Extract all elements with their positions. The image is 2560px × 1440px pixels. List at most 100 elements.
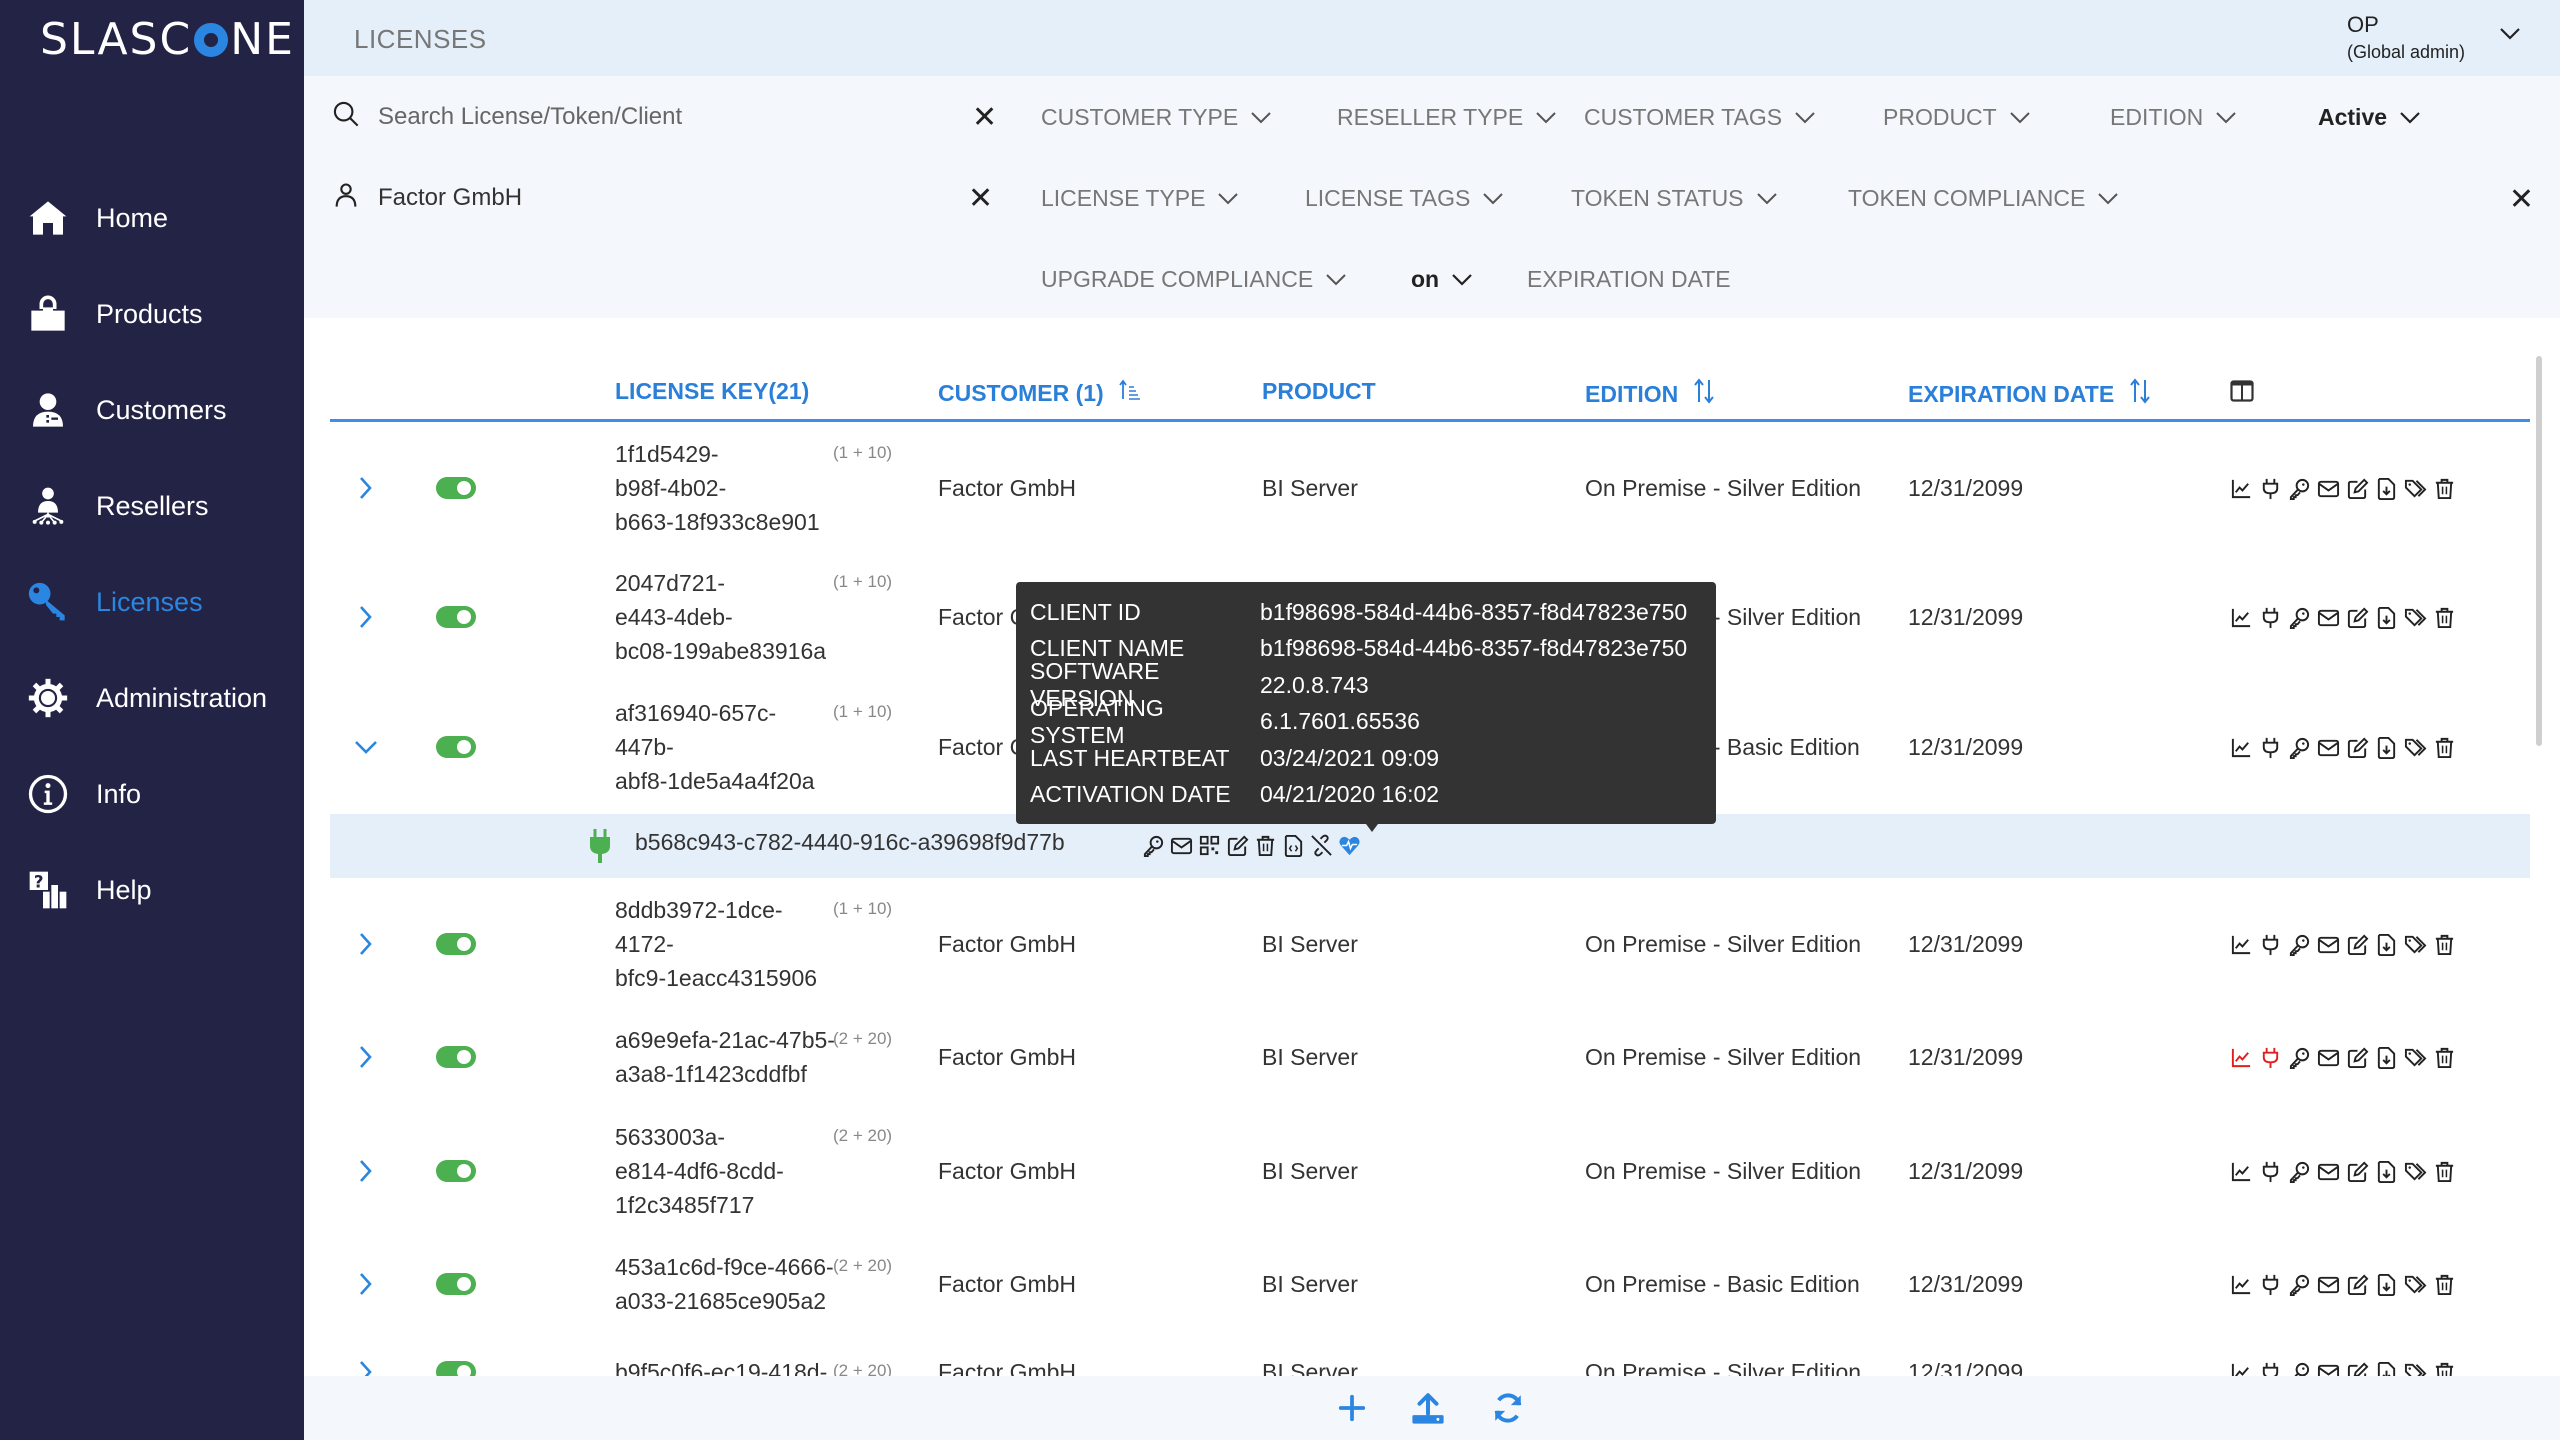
filter-token-compliance[interactable]: TOKEN COMPLIANCE <box>1848 185 2119 212</box>
tags-icon[interactable] <box>2404 1271 2427 1297</box>
unlink-icon[interactable] <box>1310 832 1333 858</box>
filter-reseller-type[interactable]: RESELLER TYPE <box>1337 104 1557 131</box>
chevron-right-icon[interactable] <box>352 931 380 962</box>
user-menu[interactable]: OP (Global admin) <box>2347 12 2465 63</box>
file-code-icon[interactable] <box>1282 832 1305 858</box>
key-icon[interactable] <box>2288 734 2311 760</box>
analytics-icon[interactable] <box>2230 931 2253 957</box>
tags-icon[interactable] <box>2404 734 2427 760</box>
sidebar-item-customers[interactable]: Customers <box>0 362 304 458</box>
mail-icon[interactable] <box>2317 1158 2340 1184</box>
tags-icon[interactable] <box>2404 604 2427 630</box>
search-field[interactable]: ✕ <box>332 97 1012 137</box>
filter-expiration-date[interactable]: EXPIRATION DATE <box>1527 266 1731 293</box>
file-download-icon[interactable] <box>2375 1158 2398 1184</box>
edit-icon[interactable] <box>2346 734 2369 760</box>
file-download-icon[interactable] <box>2375 604 2398 630</box>
filter-customer-tags[interactable]: CUSTOMER TAGS <box>1584 104 1816 131</box>
analytics-icon[interactable] <box>2230 1271 2253 1297</box>
license-key[interactable]: 1f1d5429- b98f-4b02- b663-18f933c8e901 <box>615 437 835 539</box>
tags-icon[interactable] <box>2404 931 2427 957</box>
license-key[interactable]: 453a1c6d-f9ce-4666- a033-21685ce905a2 <box>615 1250 835 1318</box>
edit-icon[interactable] <box>2346 931 2369 957</box>
license-active-toggle[interactable] <box>436 736 476 758</box>
chevron-right-icon[interactable] <box>352 475 380 506</box>
file-download-icon[interactable] <box>2375 1271 2398 1297</box>
mail-icon[interactable] <box>1170 832 1193 858</box>
sidebar-item-home[interactable]: Home <box>0 170 304 266</box>
plug-icon[interactable] <box>2259 1158 2282 1184</box>
license-key[interactable]: 5633003a-e814-4df6-8cdd- 1f2c3485f717 <box>615 1120 835 1222</box>
plug-icon[interactable] <box>2259 1271 2282 1297</box>
analytics-icon[interactable] <box>2230 604 2253 630</box>
trash-icon[interactable] <box>2433 475 2456 501</box>
edit-icon[interactable] <box>2346 475 2369 501</box>
license-active-toggle[interactable] <box>436 606 476 628</box>
chevron-down-icon[interactable] <box>352 734 380 765</box>
license-active-toggle[interactable] <box>436 1046 476 1068</box>
header-license-key[interactable]: LICENSE KEY(21) <box>615 378 809 405</box>
trash-icon[interactable] <box>2433 1271 2456 1297</box>
filter-edition[interactable]: EDITION <box>2110 104 2237 131</box>
token-key[interactable]: b568c943-c782-4440-916c-a39698f9d77b <box>635 829 1065 856</box>
license-key[interactable]: b9f5c0f6-ec19-418d- <box>615 1355 835 1378</box>
mail-icon[interactable] <box>2317 1044 2340 1070</box>
analytics-icon[interactable] <box>2230 475 2253 501</box>
license-key[interactable]: 8ddb3972-1dce- 4172- bfc9-1eacc4315906 <box>615 893 835 995</box>
filter-license-tags[interactable]: LICENSE TAGS <box>1305 185 1504 212</box>
heartbeat-icon[interactable] <box>1338 832 1361 858</box>
sidebar-item-resellers[interactable]: Resellers <box>0 458 304 554</box>
trash-icon[interactable] <box>2433 931 2456 957</box>
sidebar-item-products[interactable]: Products <box>0 266 304 362</box>
filter-date-operator-select[interactable]: on <box>1411 266 1473 293</box>
license-active-toggle[interactable] <box>436 1273 476 1295</box>
key-icon[interactable] <box>2288 475 2311 501</box>
license-key[interactable]: 2047d721- e443-4deb-bc08-199abe83916a <box>615 566 835 668</box>
key-icon[interactable] <box>2288 1044 2311 1070</box>
clear-customer-icon[interactable]: ✕ <box>968 181 993 216</box>
header-expiration-date[interactable]: EXPIRATION DATE <box>1908 378 2152 410</box>
search-input[interactable] <box>378 103 898 131</box>
file-download-icon[interactable] <box>2375 1044 2398 1070</box>
add-license-button[interactable] <box>1334 1390 1370 1426</box>
key-icon[interactable] <box>1142 832 1165 858</box>
tags-icon[interactable] <box>2404 1044 2427 1070</box>
license-key[interactable]: a69e9efa-21ac-47b5- a3a8-1f1423cddfbf <box>615 1023 835 1091</box>
chevron-right-icon[interactable] <box>352 604 380 635</box>
sidebar-item-licenses[interactable]: Licenses <box>0 554 304 650</box>
key-icon[interactable] <box>2288 1271 2311 1297</box>
key-icon[interactable] <box>2288 931 2311 957</box>
header-customer[interactable]: CUSTOMER (1) <box>938 378 1142 408</box>
sidebar-item-info[interactable]: Info <box>0 746 304 842</box>
plug-icon[interactable] <box>2259 604 2282 630</box>
edit-icon[interactable] <box>2346 604 2369 630</box>
trash-icon[interactable] <box>2433 1044 2456 1070</box>
mail-icon[interactable] <box>2317 604 2340 630</box>
trash-icon[interactable] <box>2433 1158 2456 1184</box>
sort-ascending-icon[interactable] <box>1118 378 1142 408</box>
key-icon[interactable] <box>2288 1158 2311 1184</box>
header-edition[interactable]: EDITION <box>1585 378 1716 410</box>
file-download-icon[interactable] <box>2375 734 2398 760</box>
column-chooser-icon[interactable] <box>2230 380 2254 402</box>
file-download-icon[interactable] <box>2375 931 2398 957</box>
header-product[interactable]: PRODUCT <box>1262 378 1376 405</box>
trash-icon[interactable] <box>1254 832 1277 858</box>
license-key[interactable]: af316940-657c- 447b-abf8-1de5a4a4f20a <box>615 696 835 798</box>
trash-icon[interactable] <box>2433 604 2456 630</box>
customer-filter-field[interactable]: ✕ <box>332 178 1012 218</box>
edit-icon[interactable] <box>2346 1158 2369 1184</box>
sidebar-item-administration[interactable]: Administration <box>0 650 304 746</box>
plug-icon[interactable] <box>2259 475 2282 501</box>
mail-icon[interactable] <box>2317 931 2340 957</box>
filter-token-status[interactable]: TOKEN STATUS <box>1571 185 1778 212</box>
plug-icon[interactable] <box>2259 734 2282 760</box>
table-scrollbar[interactable] <box>2536 356 2542 746</box>
upload-button[interactable] <box>1410 1390 1446 1426</box>
key-icon[interactable] <box>2288 604 2311 630</box>
file-download-icon[interactable] <box>2375 475 2398 501</box>
clear-search-icon[interactable]: ✕ <box>972 100 997 135</box>
sort-icon[interactable] <box>2128 378 2152 410</box>
slascone-logo[interactable]: SLASC NE <box>40 14 295 65</box>
chevron-right-icon[interactable] <box>352 1044 380 1075</box>
